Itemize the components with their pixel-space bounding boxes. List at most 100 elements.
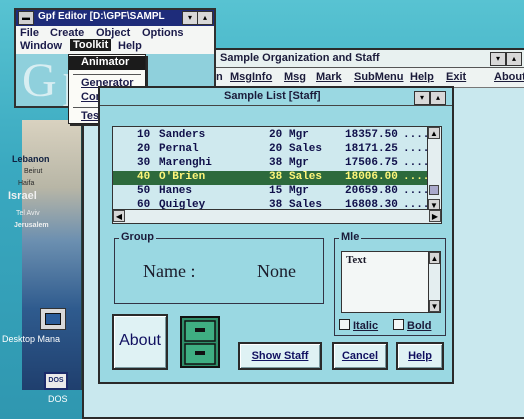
menu-help[interactable]: Help — [118, 40, 142, 52]
list-cell-job: Sales — [289, 143, 323, 155]
window-glyph-icon — [45, 313, 61, 325]
list-cell-name: Hanes — [159, 185, 193, 197]
scroll-thumb[interactable] — [429, 185, 439, 195]
list-cell-name: Pernal — [159, 143, 199, 155]
mle-text-value: Text — [346, 254, 367, 266]
maximize-icon[interactable]: ▴ — [506, 52, 522, 66]
dos-icon[interactable]: DOS — [44, 372, 68, 390]
menu-separator — [73, 74, 141, 75]
map-label-lebanon: Lebanon — [12, 154, 50, 164]
map-label-jerusalem: Jerusalem — [14, 222, 49, 229]
gpf-editor-titlebar: ▬ Gpf Editor [D:\GPF\SAMPL ▾ ▴ — [16, 10, 214, 26]
list-item[interactable]: 20 Pernal 20 Sales 18171.25..... — [113, 143, 436, 157]
dos-label: DOS — [48, 394, 68, 404]
scroll-up-icon[interactable]: ▲ — [429, 252, 440, 264]
minimize-icon[interactable]: ▾ — [490, 52, 506, 66]
list-cell-job: Sales — [289, 171, 323, 183]
group-box-label: Group — [119, 231, 156, 243]
list-cell-id: 50 — [137, 185, 151, 197]
staff-listbox[interactable]: 10 Sanders 20 Mgr 18357.50..... 20 Pernal 20 Sal… — [112, 126, 442, 224]
list-cell-id: 40 — [137, 171, 151, 183]
list-cell-job: Mgr — [289, 157, 309, 169]
map-label-telaviv: Tel Aviv — [16, 210, 40, 217]
bold-label: Bold — [407, 320, 432, 332]
list-cell-id: 30 — [137, 157, 151, 169]
list-cell-salary: 18357.50 — [345, 129, 398, 141]
maximize-icon[interactable]: ▴ — [430, 91, 446, 105]
menu-file[interactable]: File — [20, 27, 39, 39]
list-cell-name: Sanders — [159, 129, 206, 141]
maximize-icon[interactable]: ▴ — [197, 11, 213, 25]
menu-object[interactable]: Object — [96, 27, 130, 39]
scroll-right-icon[interactable]: ▶ — [429, 210, 441, 222]
help-button[interactable]: Help — [396, 342, 444, 370]
menu-window[interactable]: Window — [20, 40, 62, 52]
list-cell-id: 10 — [137, 129, 151, 141]
mle-textarea[interactable]: Text ▲ ▼ — [341, 251, 441, 313]
list-cell-id: 20 — [137, 143, 151, 155]
list-vertical-scrollbar[interactable]: ▲ ▼ — [427, 127, 441, 211]
minimize-icon[interactable]: ▾ — [414, 91, 430, 105]
checkbox-box — [339, 319, 350, 330]
menu-item-help[interactable]: Help — [410, 71, 434, 83]
mle-scrollbar[interactable]: ▲ ▼ — [428, 252, 440, 312]
checkbox-box — [393, 319, 404, 330]
show-staff-button[interactable]: Show Staff — [238, 342, 322, 370]
list-cell-dept: 38 — [269, 171, 283, 183]
menu-item-mark[interactable]: Mark — [316, 71, 342, 83]
name-value: None — [257, 261, 296, 281]
italic-label: Italic — [353, 320, 379, 332]
group-box: Group Name : None — [114, 231, 324, 304]
map-label-haifa: Haifa — [18, 180, 35, 187]
menu-toolkit[interactable]: Toolkit — [70, 39, 112, 51]
cancel-button[interactable]: Cancel — [332, 342, 388, 370]
list-cell-salary: 17506.75 — [345, 157, 398, 169]
list-item[interactable]: 40 O'Brien 38 Sales 18006.00..... — [113, 171, 436, 185]
mle-box-label: Mle — [339, 231, 362, 243]
list-cell-salary: 18171.25 — [345, 143, 398, 155]
italic-checkbox[interactable]: Italic — [339, 319, 378, 332]
sample-list-dialog: Sample List [Staff] ▾ ▴ 10 Sanders 20 Mgr 18… — [98, 86, 454, 384]
list-cell-dept: 38 — [269, 157, 283, 169]
list-cell-job: Mgr — [289, 185, 309, 197]
menu-item-animator[interactable]: Animator — [69, 56, 145, 70]
file-cabinet-icon — [180, 316, 220, 368]
list-cell-salary: 18006.00 — [345, 171, 398, 183]
menu-item-fragment[interactable]: n — [216, 71, 223, 83]
system-menu-icon[interactable]: ▬ — [18, 11, 34, 25]
menu-item-exit[interactable]: Exit — [446, 71, 466, 83]
list-cell-dept: 15 — [269, 185, 283, 197]
minimize-icon[interactable]: ▾ — [182, 11, 198, 25]
map-label-beirut: Beirut — [24, 168, 43, 175]
scroll-up-icon[interactable]: ▲ — [428, 127, 440, 139]
list-horizontal-scrollbar[interactable]: ◀ ▶ — [113, 209, 441, 223]
list-cell-dept: 20 — [269, 143, 283, 155]
dialog-titlebar: Sample List [Staff] ▾ ▴ — [100, 88, 452, 106]
desktop-map-image: Lebanon Beirut Haifa Israel Tel Aviv Jer… — [8, 120, 82, 390]
sample-app-title: Sample Organization and Staff — [220, 52, 380, 64]
list-item[interactable]: 50 Hanes 15 Mgr 20659.80..... — [113, 185, 436, 199]
list-item[interactable]: 10 Sanders 20 Mgr 18357.50..... — [113, 129, 436, 143]
menu-item-about[interactable]: About — [494, 71, 524, 83]
menu-options[interactable]: Options — [142, 27, 184, 39]
gpf-editor-title: Gpf Editor [D:\GPF\SAMPL — [38, 11, 165, 22]
gpf-editor-menubar: File Create Object Options Window Toolki… — [16, 26, 214, 54]
scroll-down-icon[interactable]: ▼ — [429, 300, 440, 312]
menu-item-msg[interactable]: Msg — [284, 71, 306, 83]
list-cell-name: Marenghi — [159, 157, 212, 169]
scroll-left-icon[interactable]: ◀ — [113, 210, 125, 222]
mle-box: Mle Text ▲ ▼ Italic Bold — [334, 231, 446, 336]
bold-checkbox[interactable]: Bold — [393, 319, 431, 332]
desktop-manager-icon[interactable] — [40, 308, 66, 330]
dialog-title: Sample List [Staff] — [224, 90, 321, 102]
name-label: Name : — [143, 261, 196, 281]
menu-item-submenu[interactable]: SubMenu — [354, 71, 404, 83]
list-cell-dept: 20 — [269, 129, 283, 141]
map-label-israel: Israel — [8, 190, 37, 202]
menu-item-msginfo[interactable]: MsgInfo — [230, 71, 272, 83]
list-item[interactable]: 30 Marenghi 38 Mgr 17506.75..... — [113, 157, 436, 171]
menu-create[interactable]: Create — [50, 27, 84, 39]
desktop-manager-label: Desktop Mana — [2, 334, 61, 344]
about-button[interactable]: About — [112, 314, 168, 370]
list-cell-name: O'Brien — [159, 171, 206, 183]
